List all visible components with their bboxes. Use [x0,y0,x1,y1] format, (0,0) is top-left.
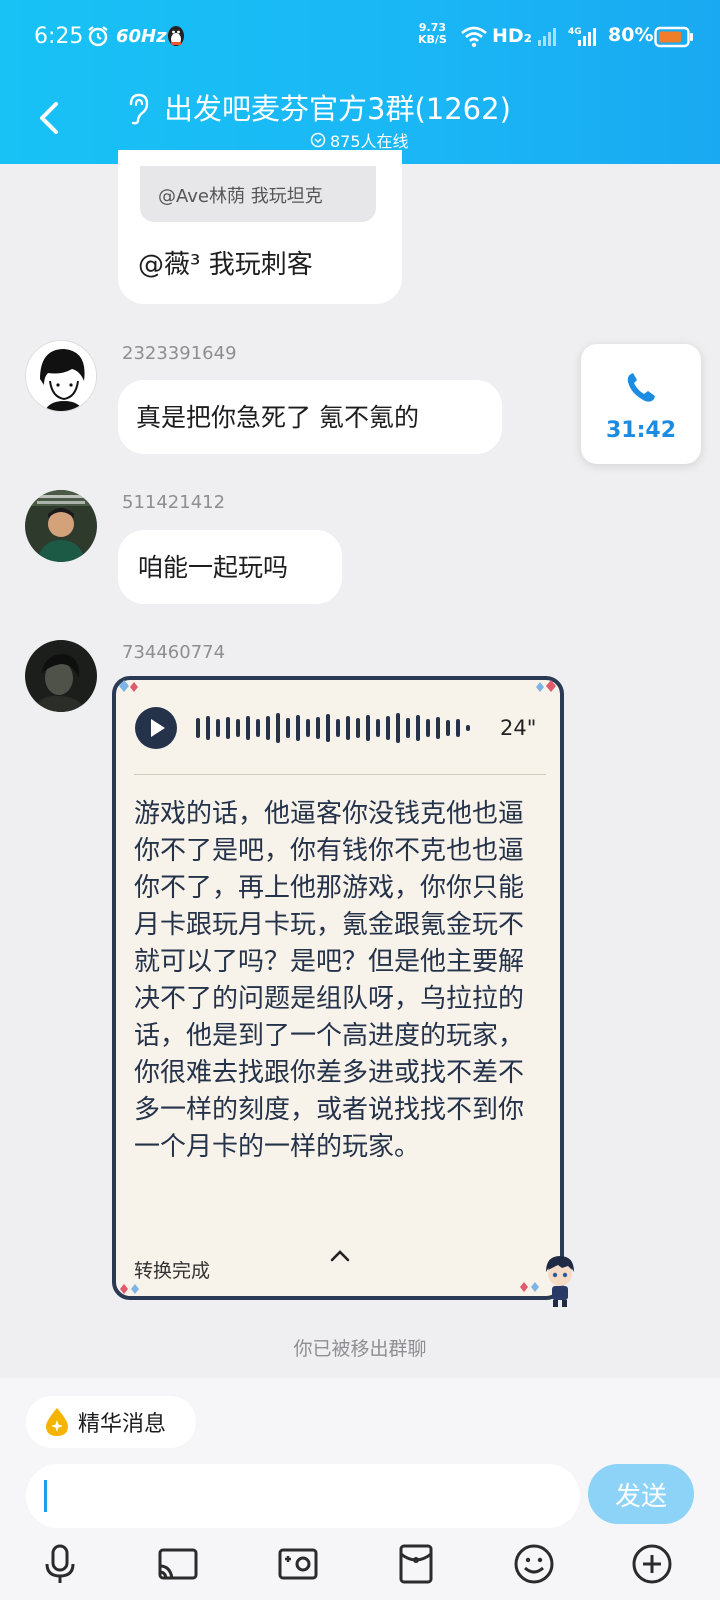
text-cursor [44,1480,47,1512]
play-button[interactable] [134,706,178,750]
battery-percent: 80% [608,24,654,46]
group-title[interactable]: 出发吧麦芬官方3群(1262) [164,86,511,128]
voice-message-card[interactable]: 24" 游戏的话，他逼客你没钱克他也逼你不了是吧，你有钱你不克也也逼你不了，再上… [112,676,564,1300]
decoration-diamonds-icon [520,1282,539,1292]
avatar[interactable] [25,340,97,412]
message-text: 真是把你急死了 氪不氪的 [136,403,419,432]
avatar[interactable] [25,640,97,712]
quoted-message[interactable]: @Ave林荫 我玩坦克 [140,166,376,222]
voice-call-widget[interactable]: 31:42 [581,344,701,464]
system-notice: 你已被移出群聊 [293,1338,427,1360]
message-bubble[interactable]: 咱能一起玩吗 [118,530,342,604]
decoration-diamonds-icon [536,680,556,692]
add-icon[interactable] [630,1542,674,1586]
decoration-diamonds-icon [120,1284,139,1294]
message-input[interactable] [26,1464,580,1528]
sender-id: 2323391649 [122,343,237,364]
battery-icon [654,26,693,48]
voice-transcript: 游戏的话，他逼客你没钱克他也逼你不了是吧，你有钱你不克也也逼你不了，再上他那游戏… [134,799,525,1162]
cast-icon[interactable] [156,1542,200,1586]
hd-indicator: HD₂ [492,25,532,47]
microphone-icon[interactable] [38,1542,82,1586]
reply-text: @薇³ 我玩刺客 [138,250,313,280]
phone-icon [627,373,655,402]
convert-status: 转换完成 [134,1260,211,1282]
message-bubble[interactable]: 真是把你急死了 氪不氪的 [118,380,502,454]
red-packet-icon[interactable] [394,1542,438,1586]
signal-4g-icon: 4G [568,27,596,46]
chevron-up-icon[interactable] [328,1246,352,1266]
call-duration: 31:42 [605,418,677,443]
back-button[interactable] [30,96,70,140]
refresh-rate: 60Hz [116,26,167,47]
status-time: 6:25 [34,24,84,49]
net-speed: 9.73 KB/S [418,21,447,46]
divider [134,774,546,775]
qq-penguin-icon [168,26,184,46]
decoration-diamonds-icon [119,680,138,692]
essence-drop-icon [46,1408,68,1436]
essence-messages-button[interactable]: 精华消息 [26,1396,196,1448]
signal-sim1-icon [538,28,556,46]
ear-icon [129,93,149,125]
alarm-icon [88,26,108,47]
chat-header: 6:25 60Hz 9.73 KB/S HD₂ 4G 80% 出发吧麦芬官方3群… [0,0,720,164]
sender-id: 734460774 [122,642,226,663]
essence-label: 精华消息 [78,1412,167,1437]
sender-id: 511421412 [122,492,226,513]
online-icon [310,132,326,148]
status-bar: 6:25 60Hz 9.73 KB/S HD₂ 4G 80% [0,0,720,74]
wifi-icon [461,26,487,48]
svg-text:4G: 4G [568,27,582,37]
emoji-icon[interactable] [512,1542,556,1586]
voice-duration: 24" [500,716,537,740]
chibi-character-icon [546,1256,574,1307]
send-button[interactable]: 发送 [588,1464,694,1524]
online-count: 875人在线 [310,128,409,152]
avatar[interactable] [25,490,97,562]
message-text: 咱能一起玩吗 [138,553,289,582]
image-gallery-icon[interactable] [276,1542,320,1586]
audio-waveform[interactable] [196,710,486,746]
